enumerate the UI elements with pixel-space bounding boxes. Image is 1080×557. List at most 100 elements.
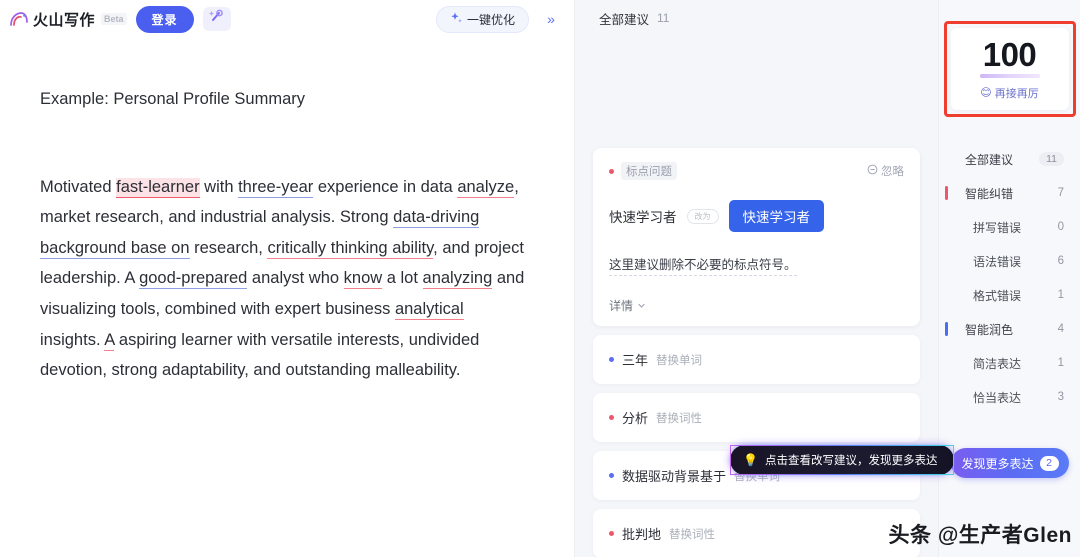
sidebar-item-count: 3	[1057, 391, 1064, 403]
doc-marked-run[interactable]: good-prepared	[139, 269, 248, 290]
apply-replacement-button[interactable]: 快速学习者	[728, 200, 824, 232]
sidebar-item-label: 简洁表达	[973, 356, 1022, 371]
doc-text-run: analyst who	[247, 269, 344, 288]
sidebar-item-label: 智能纠错	[965, 186, 1014, 201]
suggestion-type-tag: 标点问题	[621, 162, 677, 180]
chevron-down-icon	[637, 299, 646, 313]
editor-pane: 火山写作 Beta 登录 一键优化 » Example: Personal Pr…	[0, 0, 575, 557]
document-editor[interactable]: Example: Personal Profile Summary Motiva…	[0, 38, 574, 557]
rewrite-hint-tooltip: 💡 点击查看改写建议，发现更多表达	[730, 445, 955, 475]
doc-marked-run[interactable]: know	[343, 269, 383, 290]
doc-marked-run[interactable]: fast-learner	[116, 177, 200, 198]
doc-marked-run[interactable]: three-year	[238, 177, 314, 198]
sidebar-item-label: 拼写错误	[973, 220, 1022, 235]
app-root: 火山写作 Beta 登录 一键优化 » Example: Personal Pr…	[0, 0, 1080, 557]
original-text: 快速学习者	[609, 210, 677, 225]
editor-toolbar: 火山写作 Beta 登录 一键优化 »	[0, 0, 574, 38]
sidebar-item-智能纠错[interactable]: 智能纠错 7	[939, 176, 1080, 210]
sidebar-item-拼写错误[interactable]: 拼写错误 0	[939, 210, 1080, 244]
sidebar-item-label: 智能润色	[965, 322, 1014, 337]
document-paragraph: Motivated fast-learner with three-year e…	[40, 172, 526, 386]
score-caption-label: 再接再厉	[994, 87, 1039, 100]
discover-more-badge: 2	[1039, 455, 1059, 471]
suggestion-detail-label: 详情	[609, 299, 634, 313]
suggestions-header-label: 全部建议	[599, 12, 650, 27]
severity-dot-icon	[609, 168, 614, 174]
severity-dot-icon	[609, 357, 614, 362]
sidebar-item-count: 7	[1057, 187, 1064, 199]
doc-marked-run[interactable]: analyzing	[422, 269, 493, 290]
sidebar-item-count: 1	[1057, 357, 1064, 369]
doc-marked-run[interactable]: analytical	[394, 299, 464, 320]
sidebar-item-智能润色[interactable]: 智能润色 4	[939, 312, 1080, 346]
sidebar-item-label: 全部建议	[965, 152, 1014, 167]
doc-text-run: a lot	[382, 269, 423, 288]
doc-marked-run[interactable]: analyze	[457, 177, 515, 198]
suggestion-replacement-row: 快速学习者 改为 快速学习者	[609, 200, 904, 232]
expand-panel-button[interactable]: »	[538, 6, 564, 32]
beta-badge: Beta	[101, 13, 127, 25]
magic-wand-button[interactable]	[202, 7, 231, 31]
category-nav: 全部建议 11 智能纠错 7 拼写错误 0 语法错误 6 格式错误 1 智能润色 4 简洁表达 1 恰当表达…	[939, 142, 1080, 414]
score-caption: 😊 再接再厉	[980, 85, 1038, 101]
ignore-suggestion-label: 忽略	[881, 166, 904, 178]
suggestion-list-item[interactable]: 分析 替换词性	[593, 393, 920, 442]
sidebar-item-count: 6	[1057, 255, 1064, 267]
replace-arrow-icon: 改为	[686, 208, 719, 224]
sidebar-item-全部建议[interactable]: 全部建议 11	[939, 142, 1080, 176]
severity-dot-icon	[609, 473, 614, 478]
suggestions-list: 标点问题 忽略 快速学习者 改为 快速学习者 这里建议删除不必要的标点符号。 详…	[575, 36, 938, 557]
suggestion-detail-toggle[interactable]: 详情	[609, 297, 904, 314]
doc-text-run: Motivated	[40, 177, 117, 196]
sidebar-item-语法错误[interactable]: 语法错误 6	[939, 244, 1080, 278]
suggestion-card-header: 标点问题 忽略	[609, 162, 904, 180]
severity-dot-icon	[609, 415, 614, 420]
discover-more-button[interactable]: 发现更多表达 2	[951, 448, 1069, 478]
score-underline-decoration	[979, 73, 1040, 78]
doc-marked-run[interactable]: A	[104, 330, 115, 351]
app-logo-text: 火山写作	[33, 11, 96, 29]
suggestions-header-count: 11	[657, 11, 670, 25]
login-button[interactable]: 登录	[135, 5, 194, 33]
sidebar-item-恰当表达[interactable]: 恰当表达 3	[939, 380, 1080, 414]
ignore-suggestion-button[interactable]: 忽略	[867, 163, 904, 179]
doc-marked-run[interactable]: critically thinking ability	[267, 238, 434, 259]
sidebar-item-count: 11	[1039, 152, 1064, 166]
document-title: Example: Personal Profile Summary	[40, 90, 306, 108]
score-sidebar: 100 😊 再接再厉 全部建议 11 智能纠错 7 拼写错误 0 语法错误 6 格式错误 1 智能润…	[938, 0, 1080, 557]
suggestion-description: 这里建议删除不必要的标点符号。	[609, 254, 797, 276]
suggestion-item-text: 分析	[622, 411, 649, 426]
app-logo[interactable]: 火山写作 Beta	[8, 9, 127, 30]
sidebar-item-label: 恰当表达	[973, 390, 1022, 405]
suggestion-item-text: 批判地	[622, 527, 662, 542]
double-chevron-right-icon: »	[547, 11, 555, 27]
discover-more-label: 发现更多表达	[961, 456, 1034, 471]
watermark: 头条 @生产者Glen	[888, 524, 1072, 547]
suggestion-item-text: 数据驱动背景基于	[622, 469, 727, 484]
suggestion-item-text: 三年	[622, 353, 649, 368]
severity-dot-icon	[609, 531, 614, 536]
sidebar-item-label: 格式错误	[973, 288, 1022, 303]
doc-text-run: with	[199, 177, 239, 196]
rewrite-hint-text: 点击查看改写建议，发现更多表达	[764, 455, 938, 467]
sidebar-item-count: 0	[1057, 221, 1064, 233]
sidebar-item-格式错误[interactable]: 格式错误 1	[939, 278, 1080, 312]
doc-text-run: experience in data	[313, 177, 458, 196]
smile-emoji-icon: 😊	[980, 87, 992, 99]
doc-text-run: insights.	[40, 330, 105, 349]
doc-text-run: research,	[189, 238, 268, 257]
one-click-optimize-button[interactable]: 一键优化	[435, 5, 529, 33]
sidebar-item-简洁表达[interactable]: 简洁表达 1	[939, 346, 1080, 380]
sparkle-icon	[450, 11, 463, 27]
sidebar-item-count: 4	[1057, 323, 1064, 335]
sidebar-item-count: 1	[1057, 289, 1064, 301]
suggestion-list-item[interactable]: 批判地 替换词性	[593, 509, 920, 557]
active-indicator-bar	[945, 322, 948, 336]
active-indicator-bar	[945, 186, 948, 200]
suggestion-card-active[interactable]: 标点问题 忽略 快速学习者 改为 快速学习者 这里建议删除不必要的标点符号。 详…	[593, 148, 920, 326]
suggestion-list-item[interactable]: 三年 替换单词	[593, 335, 920, 384]
suggestions-pane: 全部建议 11 标点问题 忽略 快速学习者 改为 快速学习者 这里建议删除不必要…	[575, 0, 955, 557]
suggestion-item-action: 替换单词	[656, 354, 703, 367]
one-click-optimize-label: 一键优化	[466, 12, 515, 27]
minus-circle-icon	[867, 164, 878, 178]
